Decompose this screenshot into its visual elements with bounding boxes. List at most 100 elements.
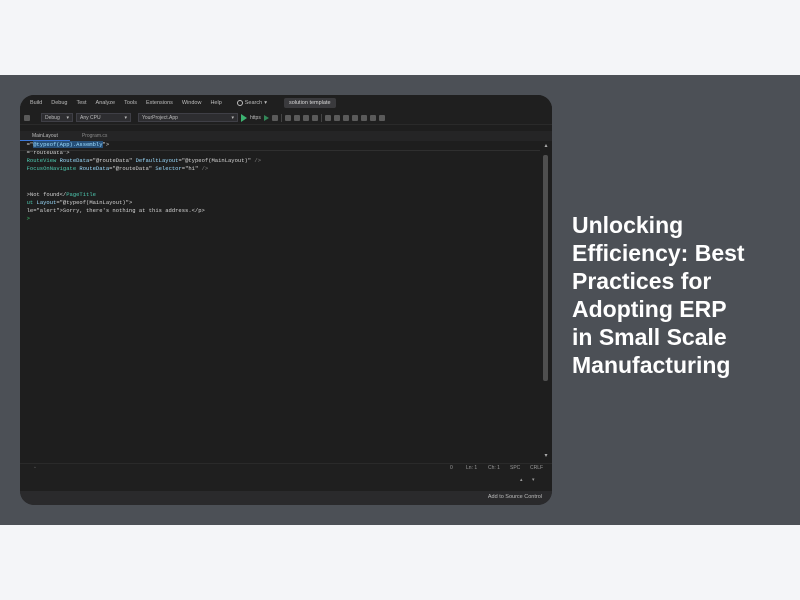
whitespace-indicator[interactable]: SPC [510, 465, 520, 471]
code-line: ut Layout="@typeof(MainLayout)"> [20, 199, 133, 207]
code-editor[interactable]: ="@typeof(App).Assembly"> ="routeData"> … [20, 141, 540, 463]
browser-icon[interactable] [311, 114, 318, 121]
code-line: RouteView RouteData="@routeData" Default… [20, 157, 261, 165]
code-token: =" [20, 141, 34, 148]
scroll-down-icon[interactable]: ▾ [542, 453, 550, 459]
code-token: /> [198, 165, 209, 172]
chevron-down-icon: ▾ [124, 114, 127, 121]
line-indicator[interactable]: Ln: 1 [466, 465, 477, 471]
search-box[interactable]: Search ▾ [236, 100, 267, 106]
scroll-up-icon[interactable]: ▴ [542, 143, 550, 149]
hero-band: Build Debug Test Analyze Tools Extension… [0, 75, 800, 525]
project-label: YourProject.App [142, 114, 178, 121]
column-indicator[interactable]: Ch: 1 [488, 465, 500, 471]
code-token: ="@routeData" [89, 157, 133, 164]
search-icon [236, 100, 243, 106]
title-line: Efficiency: Best [572, 240, 745, 266]
code-token: ="h1" [181, 165, 199, 172]
code-token: > [20, 215, 30, 222]
run-icon[interactable] [241, 113, 247, 122]
code-token: RouteData [56, 157, 90, 164]
title-line: in Small Scale [572, 324, 727, 350]
document-tabs: MainLayout Program.cs [20, 131, 552, 141]
issues-icon[interactable]: ◦ [34, 465, 36, 471]
code-line: le="alert">Sorry, there's nothing at thi… [20, 207, 205, 215]
bookmark-icon[interactable] [351, 114, 358, 121]
code-token: RouteData [76, 165, 110, 172]
format-icon[interactable] [360, 114, 367, 121]
menu-build[interactable]: Build [30, 100, 42, 106]
run-without-debug-icon[interactable] [263, 114, 269, 121]
code-token: PageTitle [66, 191, 96, 198]
chevron-down-icon: ▾ [231, 114, 234, 121]
chevron-down-icon: ▾ [66, 114, 69, 121]
platform-label: Any CPU [80, 114, 101, 121]
config-dropdown[interactable]: Debug ▾ [41, 113, 73, 122]
chevron-down-icon: ▾ [264, 100, 267, 106]
arrow-down-icon[interactable]: ▾ [532, 477, 535, 483]
project-dropdown[interactable]: YourProject.App ▾ [138, 113, 238, 122]
code-token: Layout [33, 199, 57, 206]
ide-screenshot: Build Debug Test Analyze Tools Extension… [20, 95, 552, 505]
menu-tools[interactable]: Tools [124, 100, 137, 106]
code-token: ="@typeof(MainLayout)"> [56, 199, 133, 206]
menu-test[interactable]: Test [76, 100, 86, 106]
back-icon[interactable] [24, 114, 30, 121]
outdent-icon[interactable] [342, 114, 349, 121]
title-line: Practices for [572, 268, 712, 294]
code-token: @typeof(App).Assembly [33, 141, 103, 148]
code-token: FocusOnNavigate [26, 165, 77, 172]
toolbar-divider [320, 113, 322, 122]
code-token: "> [102, 141, 110, 148]
menu-analyze[interactable]: Analyze [96, 100, 116, 106]
code-token: /> [251, 157, 262, 164]
vertical-scrollbar[interactable]: ▴ ▾ [540, 141, 552, 463]
code-token: ="@routeData" [109, 165, 153, 172]
arrow-up-icon[interactable]: ▴ [520, 477, 523, 483]
title-line: Unlocking [572, 212, 684, 238]
menu-bar: Build Debug Test Analyze Tools Extension… [20, 95, 552, 111]
article-title: Unlocking Efficiency: Best Practices for… [572, 211, 792, 379]
add-to-source-control[interactable]: Add to Source Control [488, 494, 542, 500]
output-panel: ▴ ▾ [20, 473, 552, 491]
code-token: DefaultLayout [132, 157, 179, 164]
grid-icon[interactable] [302, 114, 309, 121]
panel-icon[interactable] [378, 114, 385, 121]
tab-mainlayout[interactable]: MainLayout [20, 132, 70, 141]
code-token: ="@typeof(MainLayout)" [178, 157, 252, 164]
layout-icon[interactable] [369, 114, 376, 121]
solution-name[interactable]: solution template [283, 98, 336, 108]
code-line: FocusOnNavigate RouteData="@routeData" S… [20, 165, 209, 173]
refresh-icon[interactable] [271, 114, 278, 121]
stop-icon[interactable] [293, 114, 300, 121]
tab-program[interactable]: Program.cs [70, 132, 120, 141]
menu-help[interactable]: Help [210, 100, 221, 106]
code-line: > [20, 215, 30, 223]
line-ending-indicator[interactable]: CRLF [530, 465, 543, 471]
editor-status-bar: ◦ 0 Ln: 1 Ch: 1 SPC CRLF [20, 463, 552, 473]
menu-debug[interactable]: Debug [51, 100, 67, 106]
platform-dropdown[interactable]: Any CPU ▾ [76, 113, 131, 122]
comment-icon[interactable] [324, 114, 331, 121]
code-token: >Not found</ [20, 191, 67, 198]
config-label: Debug [45, 114, 60, 121]
editor-divider [20, 150, 540, 151]
code-line: ="@typeof(App).Assembly"> [20, 141, 109, 149]
toolbar-divider [280, 113, 282, 122]
run-profile-label[interactable]: https [250, 115, 261, 121]
code-token: RouteView [26, 157, 57, 164]
scrollbar-thumb[interactable] [543, 155, 548, 381]
code-token: Selector [152, 165, 182, 172]
search-label: Search [244, 100, 263, 106]
menu-window[interactable]: Window [182, 100, 202, 106]
menu-extensions[interactable]: Extensions [146, 100, 173, 106]
title-line: Adopting ERP [572, 296, 727, 322]
hot-reload-icon[interactable] [284, 114, 291, 121]
title-line: Manufacturing [572, 352, 731, 378]
source-control-bar: Add to Source Control [20, 491, 552, 505]
indent-icon[interactable] [333, 114, 340, 121]
issues-count[interactable]: 0 [450, 465, 453, 471]
